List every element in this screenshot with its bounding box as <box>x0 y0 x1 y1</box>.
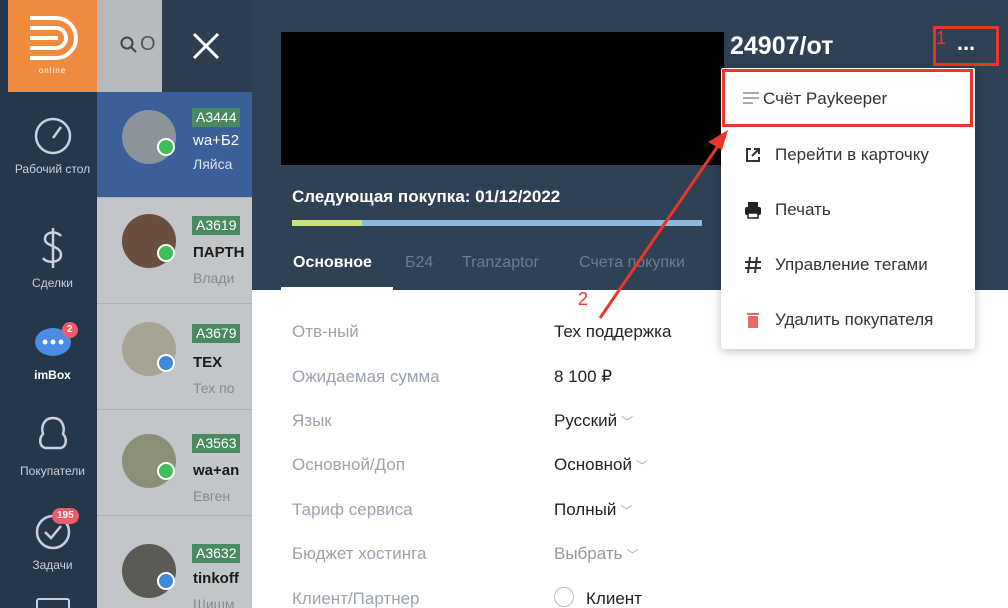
chat-tag: A3679 <box>192 324 241 343</box>
menu-item-label: Управление тегами <box>775 255 928 274</box>
chat-name: wa+an <box>193 462 240 479</box>
menu-item-manage-tags[interactable]: Управление тегами <box>721 238 975 293</box>
tab-b24[interactable]: Б24 <box>405 254 433 272</box>
field-label-language: Язык <box>292 411 332 430</box>
chat-list-item[interactable]: A3563 wa+an Евген <box>97 410 252 516</box>
language-select[interactable]: Русский ﹀ <box>554 411 633 431</box>
telegram-icon <box>157 572 175 590</box>
chat-name: wa+Б2 <box>193 132 240 149</box>
annotation-step-1: 1 <box>936 28 947 48</box>
dollar-icon <box>41 228 62 268</box>
tab-tranzaptor[interactable]: Tranzaptor <box>462 254 539 272</box>
avatar <box>122 544 176 598</box>
client-radio-label[interactable]: Клиент <box>586 589 642 608</box>
chat-list-item[interactable]: A3632 tinkoff Шишм <box>97 516 252 608</box>
chevron-down-icon: ﹀ <box>626 548 639 562</box>
active-tab-indicator <box>281 287 393 290</box>
logo-text: online <box>38 66 67 75</box>
tariff-select-value: Полный <box>554 500 617 519</box>
field-label-main-extra: Основной/Доп <box>292 455 406 474</box>
tariff-select[interactable]: Полный ﹀ <box>554 500 632 520</box>
progress-fill <box>292 220 362 226</box>
chevron-down-icon: ﹀ <box>620 504 633 518</box>
sidebar-item-label: imBox <box>34 368 71 382</box>
hosting-budget-select[interactable]: Выбрать ﹀ <box>554 544 639 564</box>
hashtag-icon <box>745 256 761 274</box>
imbox-badge: 2 <box>62 322 78 338</box>
chat-tag: A3619 <box>192 216 241 235</box>
trash-icon <box>747 313 759 328</box>
menu-item-label: Удалить покупателя <box>775 310 934 329</box>
field-label-client-partner: Клиент/Партнер <box>292 589 420 608</box>
chat-subtitle: Шишм <box>193 596 235 608</box>
sidebar-item-label: Покупатели <box>20 464 85 478</box>
field-label-hosting-budget: Бюджет хостинга <box>292 544 427 563</box>
logo-icon <box>30 16 78 60</box>
field-label-expected-sum: Ожидаемая сумма <box>292 367 440 386</box>
field-value-expected-sum[interactable]: 8 100 ₽ <box>554 367 612 387</box>
language-select-value: Русский <box>554 411 618 430</box>
search-input[interactable]: О <box>140 33 156 56</box>
main-extra-select-value: Основной <box>554 455 632 474</box>
field-value-responsible[interactable]: Тех поддержка <box>554 322 671 342</box>
menu-item-print[interactable]: Печать <box>721 183 975 238</box>
sidebar-item-label: Сделки <box>32 276 73 290</box>
chat-tag: A3444 <box>192 108 241 127</box>
menu-item-label: Печать <box>775 200 831 219</box>
chat-name: ТЕХ <box>193 354 223 371</box>
client-radio[interactable] <box>554 587 574 607</box>
tab-invoices[interactable]: Счета покупки <box>579 254 685 272</box>
sidebar-item-label: Рабочий стол <box>14 162 91 176</box>
chat-list-item[interactable]: A3619 ПАРТН Влади <box>97 198 252 304</box>
avatar <box>122 110 176 164</box>
redacted-customer-name <box>281 32 724 165</box>
chat-subtitle: Ляйса <box>193 156 233 172</box>
chat-tag: A3563 <box>192 434 241 453</box>
chat-name: tinkoff <box>193 570 239 587</box>
whatsapp-icon <box>157 462 175 480</box>
chat-name: ПАРТН <box>193 244 245 261</box>
chevron-down-icon: ﹀ <box>635 459 648 473</box>
field-label-responsible: Отв-ный <box>292 322 359 341</box>
customer-title: 24907/от <box>730 32 834 60</box>
search-icon[interactable] <box>120 36 138 54</box>
menu-item-label: Перейти в карточку <box>775 145 929 164</box>
dashboard-gauge-icon <box>34 117 71 155</box>
sidebar-more-icon[interactable] <box>36 598 70 608</box>
chat-subtitle: Евген <box>193 488 231 504</box>
whatsapp-icon <box>157 138 175 156</box>
chat-list-item[interactable]: A3444 wa+Б2 Ляйса <box>97 92 252 198</box>
telegram-icon <box>157 354 175 372</box>
menu-item-open-card[interactable]: Перейти в карточку <box>721 128 975 183</box>
next-purchase-label: Следующая покупка: 01/12/2022 <box>292 187 561 206</box>
external-link-icon <box>746 148 760 162</box>
main-extra-select[interactable]: Основной ﹀ <box>554 455 648 475</box>
sidebar-item-tasks[interactable]: Задачи <box>8 512 97 574</box>
printer-icon <box>745 202 761 219</box>
hosting-budget-select-value: Выбрать <box>554 544 623 563</box>
annotation-step-2: 2 <box>578 289 589 309</box>
close-icon[interactable] <box>190 30 222 62</box>
chat-tag: A3632 <box>192 544 241 563</box>
chat-subtitle: Влади <box>193 270 235 286</box>
app-logo[interactable]: online <box>8 0 97 92</box>
tab-main[interactable]: Основное <box>293 254 372 272</box>
whatsapp-icon <box>157 244 175 262</box>
field-label-tariff: Тариф сервиса <box>292 500 413 519</box>
purchase-progress-bar <box>292 220 702 226</box>
sidebar-item-customers[interactable]: Покупатели <box>8 414 97 480</box>
sidebar-item-imbox[interactable]: imBox <box>8 326 97 384</box>
chat-list-item[interactable]: A3679 ТЕХ Тех по <box>97 304 252 410</box>
annotation-highlight-box <box>722 69 973 127</box>
sidebar-item-label: Задачи <box>32 558 73 572</box>
chat-subtitle: Тех по <box>193 380 235 396</box>
tasks-badge: 195 <box>52 508 79 524</box>
customers-icon <box>38 416 67 450</box>
chevron-down-icon: ﹀ <box>621 415 634 429</box>
sidebar-item-dashboard[interactable]: Рабочий стол <box>8 116 97 178</box>
sidebar-item-deals[interactable]: Сделки <box>8 226 97 292</box>
avatar <box>122 434 176 488</box>
menu-item-delete-customer[interactable]: Удалить покупателя <box>721 293 975 348</box>
